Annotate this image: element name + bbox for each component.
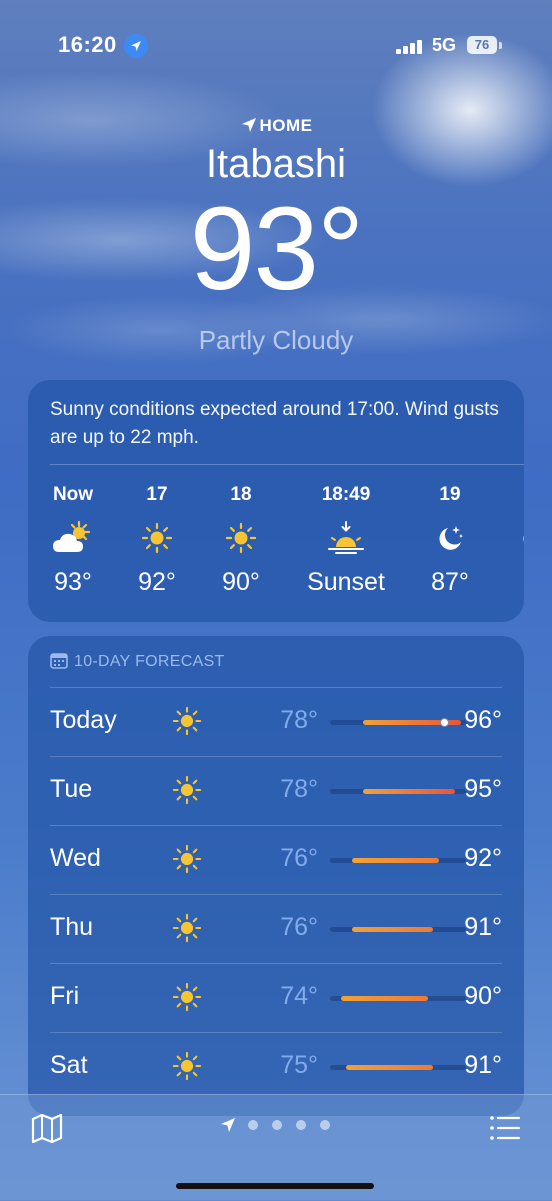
low-temperature: 76° bbox=[280, 913, 318, 941]
hour-label: 18:49 bbox=[321, 484, 371, 505]
forecast-day: Sat bbox=[50, 1051, 88, 1079]
forecast-day: Today bbox=[50, 706, 117, 734]
moon-stars-icon bbox=[410, 516, 490, 560]
sunset-icon bbox=[291, 516, 401, 560]
temperature-range-track bbox=[330, 1065, 466, 1070]
hour-label: 2 bbox=[494, 484, 524, 508]
high-temperature: 90° bbox=[464, 982, 502, 1010]
ten-day-title: 10-DAY FORECAST bbox=[74, 653, 225, 670]
hour-label: Now bbox=[52, 484, 94, 505]
current-temperature: 93° bbox=[189, 183, 364, 315]
current-temperature-dot bbox=[439, 718, 449, 727]
ten-day-header: 10-DAY FORECAST bbox=[50, 652, 225, 671]
hour-item: 17 92° bbox=[117, 484, 197, 597]
cellular-signal-icon bbox=[396, 40, 426, 54]
forecast-row[interactable]: Tue 78° 95° bbox=[50, 757, 502, 826]
low-temperature: 78° bbox=[280, 775, 318, 803]
page-dot[interactable] bbox=[296, 1120, 306, 1130]
hour-temperature: 90° bbox=[222, 568, 260, 596]
temperature-range-track bbox=[330, 927, 466, 932]
home-indicator[interactable] bbox=[176, 1183, 374, 1189]
moon-icon bbox=[494, 516, 524, 560]
partly-cloudy-icon bbox=[33, 516, 113, 560]
low-temperature: 74° bbox=[280, 982, 318, 1010]
location-label-text: HOME bbox=[259, 116, 313, 135]
page-dot[interactable] bbox=[248, 1120, 258, 1130]
forecast-day: Fri bbox=[50, 982, 80, 1010]
sun-icon bbox=[172, 706, 202, 741]
location-active-icon bbox=[124, 34, 148, 58]
high-temperature: 96° bbox=[464, 706, 502, 734]
low-temperature: 76° bbox=[280, 844, 318, 872]
hour-label: 19 bbox=[439, 484, 461, 505]
list-icon[interactable] bbox=[488, 1111, 522, 1145]
map-icon[interactable] bbox=[30, 1111, 64, 1145]
hour-temperature: 87° bbox=[431, 568, 469, 596]
location-arrow-icon bbox=[241, 118, 256, 132]
network-type: 5G bbox=[432, 35, 457, 55]
ten-day-forecast-card[interactable]: 10-DAY FORECAST Today 78° 96° Tue 78° 95° Wed 7… bbox=[28, 636, 524, 1116]
current-condition: Partly Cloudy bbox=[198, 325, 354, 355]
page-dot[interactable] bbox=[320, 1120, 330, 1130]
temperature-range-bar bbox=[351, 927, 434, 932]
forecast-row[interactable]: Sat 75° 91° bbox=[50, 1033, 502, 1102]
forecast-day: Wed bbox=[50, 844, 101, 872]
forecast-row[interactable]: Thu 76° 91° bbox=[50, 895, 502, 964]
sun-icon bbox=[201, 516, 281, 560]
hour-item: 18 90° bbox=[201, 484, 281, 597]
hour-item: 18:49 Sunset bbox=[291, 484, 401, 597]
hour-item: Now 93° bbox=[33, 484, 113, 597]
status-bar: 16:20 5G 76 bbox=[0, 30, 552, 62]
status-time: 16:20 bbox=[58, 32, 117, 57]
page-dot[interactable] bbox=[272, 1120, 282, 1130]
hour-label: 17 bbox=[146, 484, 168, 505]
calendar-icon bbox=[50, 653, 68, 669]
forecast-day: Tue bbox=[50, 775, 93, 803]
hour-temperature: 93° bbox=[54, 568, 92, 596]
high-temperature: 95° bbox=[464, 775, 502, 803]
hour-temperature: Sunset bbox=[307, 568, 385, 596]
temperature-range-bar bbox=[362, 789, 456, 794]
hour-temperature: 92° bbox=[138, 568, 176, 596]
high-temperature: 91° bbox=[464, 913, 502, 941]
hourly-forecast-card[interactable]: Sunny conditions expected around 17:00. … bbox=[28, 380, 524, 622]
sun-icon bbox=[172, 913, 202, 948]
location-arrow-icon bbox=[220, 1117, 236, 1138]
temperature-range-track bbox=[330, 858, 466, 863]
hour-item: 2 8 bbox=[494, 484, 524, 597]
temperature-range-bar bbox=[340, 996, 428, 1001]
location-label: HOME bbox=[0, 116, 552, 136]
low-temperature: 75° bbox=[280, 1051, 318, 1079]
hour-item: 19 87° bbox=[410, 484, 490, 597]
low-temperature: 78° bbox=[280, 706, 318, 734]
sun-icon bbox=[172, 775, 202, 810]
sun-icon bbox=[172, 1051, 202, 1086]
sun-icon bbox=[172, 982, 202, 1017]
battery-icon: 76 bbox=[467, 36, 497, 54]
sun-icon bbox=[117, 516, 197, 560]
forecast-day: Thu bbox=[50, 913, 94, 941]
hour-label: 18 bbox=[230, 484, 252, 505]
bottom-toolbar bbox=[0, 1094, 552, 1201]
high-temperature: 91° bbox=[464, 1051, 502, 1079]
temperature-range-bar bbox=[346, 1065, 434, 1070]
battery-tip bbox=[499, 42, 502, 49]
forecast-row[interactable]: Fri 74° 90° bbox=[50, 964, 502, 1033]
temperature-range-track bbox=[330, 789, 466, 794]
high-temperature: 92° bbox=[464, 844, 502, 872]
forecast-row[interactable]: Today 78° 96° bbox=[50, 688, 502, 757]
sun-icon bbox=[172, 844, 202, 879]
divider bbox=[50, 464, 524, 465]
temperature-range-track bbox=[330, 718, 466, 727]
forecast-summary: Sunny conditions expected around 17:00. … bbox=[50, 399, 499, 448]
city-name: Itabashi bbox=[205, 142, 347, 186]
forecast-row[interactable]: Wed 76° 92° bbox=[50, 826, 502, 895]
temperature-range-bar bbox=[351, 858, 439, 863]
hour-temperature: 8 bbox=[494, 568, 524, 597]
temperature-range-track bbox=[330, 996, 466, 1001]
